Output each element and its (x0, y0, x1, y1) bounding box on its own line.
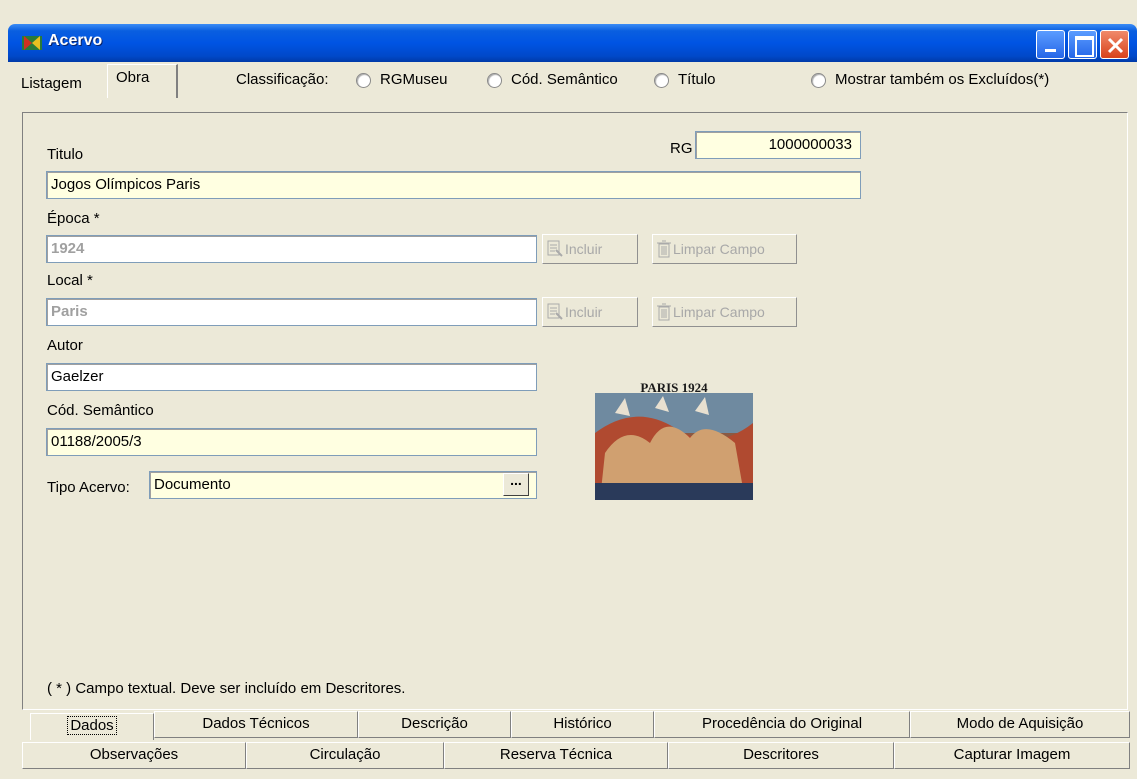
tab-reserva-tecnica[interactable]: Reserva Técnica (444, 742, 668, 769)
tab-modo-aquisicao[interactable]: Modo de Aquisição (910, 711, 1130, 738)
rg-field[interactable]: 1000000033 (695, 131, 861, 159)
include-icon (547, 240, 563, 257)
tab-procedencia[interactable]: Procedência do Original (654, 711, 910, 738)
classificacao-label: Classificação: (236, 71, 329, 88)
epoca-label: Época * (47, 210, 100, 227)
close-icon (1107, 37, 1124, 54)
trash-icon (657, 240, 671, 258)
local-incluir-button[interactable]: Incluir (542, 297, 638, 327)
radio-rgmuseu[interactable] (356, 73, 371, 88)
incluir-label: Incluir (565, 241, 603, 257)
limpar-label: Limpar Campo (673, 304, 765, 320)
autor-field[interactable]: Gaelzer (46, 363, 537, 391)
dados-panel (22, 112, 1128, 710)
include-icon (547, 303, 563, 320)
radio-mostrar-excluidos-label[interactable]: Mostrar também os Excluídos(*) (835, 71, 1049, 88)
epoca-limpar-button[interactable]: Limpar Campo (652, 234, 797, 264)
tab-obra[interactable]: Obra (107, 64, 178, 98)
tipo-acervo-ellipsis-button[interactable]: ... (503, 473, 529, 496)
tipo-acervo-label: Tipo Acervo: (47, 479, 130, 496)
incluir-label: Incluir (565, 304, 603, 320)
tab-historico[interactable]: Histórico (511, 711, 654, 738)
radio-titulo-label[interactable]: Título (678, 71, 716, 88)
tab-descricao[interactable]: Descrição (358, 711, 511, 738)
minimize-button[interactable] (1036, 30, 1065, 59)
rg-label: RG (670, 140, 693, 157)
tab-dados[interactable]: Dados (30, 713, 154, 740)
tab-observacoes[interactable]: Observações (22, 742, 246, 769)
titulo-label: Titulo (47, 146, 84, 163)
limpar-label: Limpar Campo (673, 241, 765, 257)
radio-cod-semantico[interactable] (487, 73, 502, 88)
tab-descritores[interactable]: Descritores (668, 742, 894, 769)
maximize-button[interactable] (1068, 30, 1097, 59)
tab-listagem[interactable]: Listagem (15, 70, 88, 100)
tab-dados-label: Dados (67, 716, 117, 735)
titulo-field[interactable]: Jogos Olímpicos Paris (46, 171, 861, 199)
radio-rgmuseu-label[interactable]: RGMuseu (380, 71, 448, 88)
radio-mostrar-excluidos[interactable] (811, 73, 826, 88)
tab-dados-tecnicos[interactable]: Dados Técnicos (154, 711, 358, 738)
tab-circulacao[interactable]: Circulação (246, 742, 444, 769)
tab-capturar-imagem[interactable]: Capturar Imagem (894, 742, 1130, 769)
window-title: Acervo (48, 32, 103, 49)
poster-caption: PARIS 1924 (640, 383, 708, 395)
epoca-field[interactable]: 1924 (46, 235, 537, 263)
footnote-text: ( * ) Campo textual. Deve ser incluído e… (47, 680, 406, 697)
artwork-thumbnail: PARIS 1924 (595, 383, 753, 500)
radio-titulo[interactable] (654, 73, 669, 88)
cod-semantico-field[interactable]: 01188/2005/3 (46, 428, 537, 456)
autor-label: Autor (47, 337, 83, 354)
close-button[interactable] (1100, 30, 1129, 59)
tipo-acervo-field[interactable]: Documento (149, 471, 537, 499)
app-icon (22, 36, 42, 50)
local-limpar-button[interactable]: Limpar Campo (652, 297, 797, 327)
title-bar[interactable]: Acervo (8, 24, 1137, 62)
acervo-window: Acervo Listagem Obra Classificação: RGMu… (0, 0, 1137, 779)
radio-cod-semantico-label[interactable]: Cód. Semântico (511, 71, 618, 88)
cod-semantico-label: Cód. Semântico (47, 402, 154, 419)
epoca-incluir-button[interactable]: Incluir (542, 234, 638, 264)
local-label: Local * (47, 272, 93, 289)
trash-icon (657, 303, 671, 321)
local-field[interactable]: Paris (46, 298, 537, 326)
